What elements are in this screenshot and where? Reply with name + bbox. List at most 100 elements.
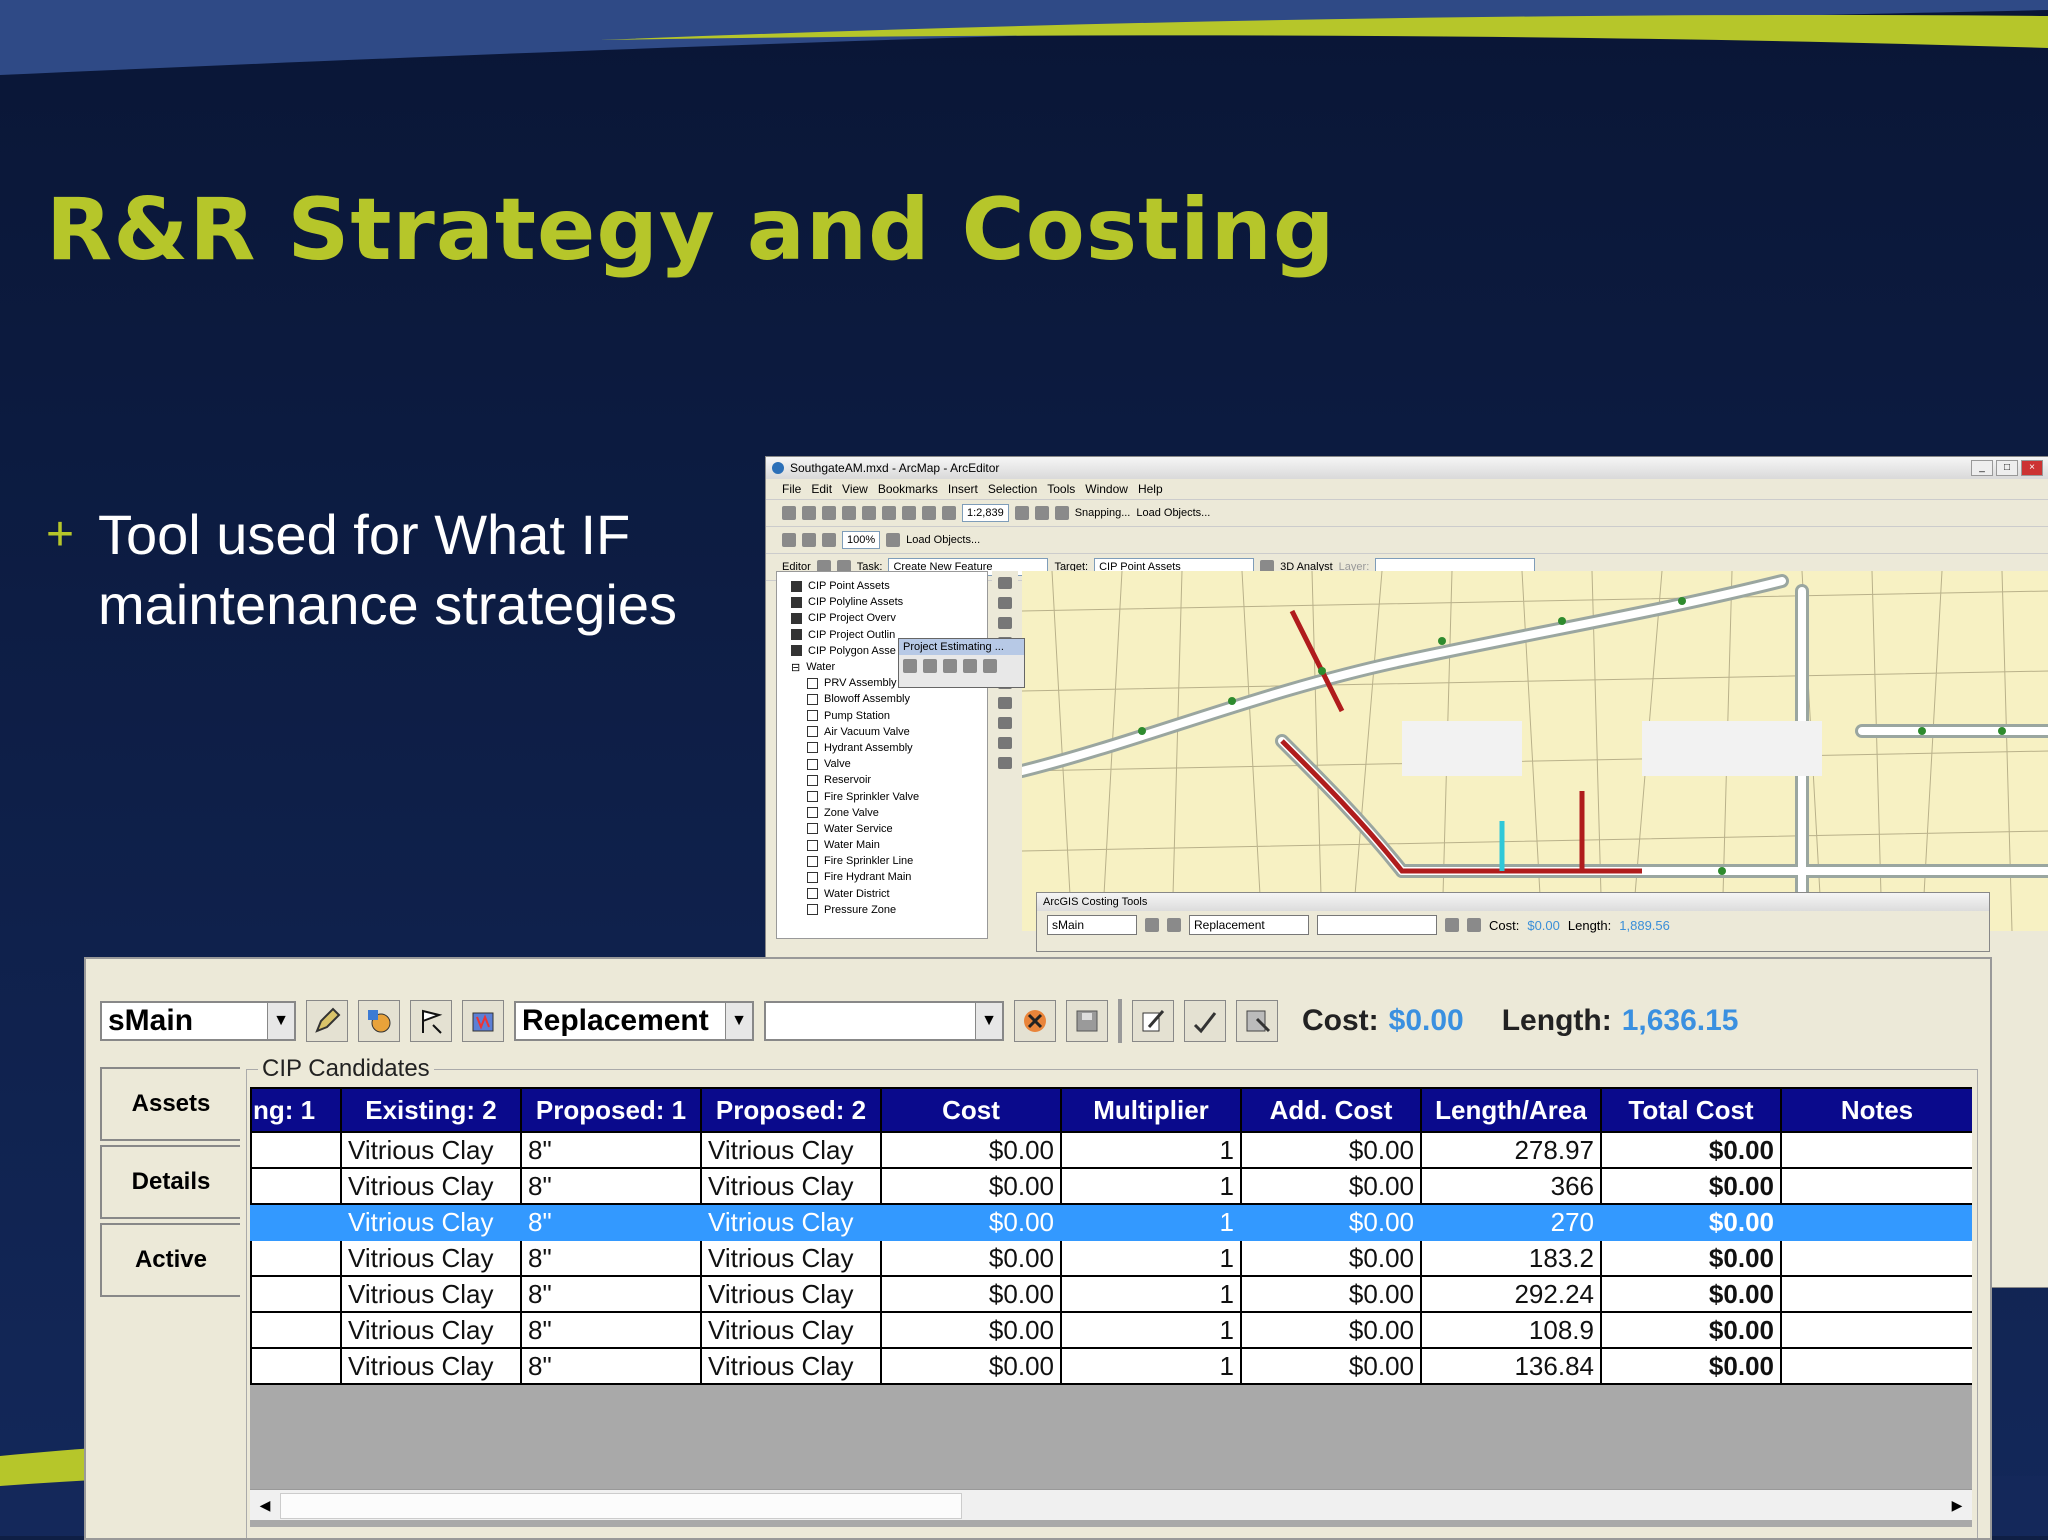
apply-button[interactable]: [1184, 1000, 1226, 1042]
toc-sublayer[interactable]: Blowoff Assembly: [777, 691, 987, 707]
table-row[interactable]: Vitrious Clay 8" Vitrious Clay $0.00 1 $0.00 2…: [250, 1275, 1972, 1313]
mini-strategy-select[interactable]: Replacement: [1189, 915, 1309, 935]
delete-icon[interactable]: [922, 506, 936, 520]
mini-clear-icon[interactable]: [1445, 918, 1459, 932]
close-button[interactable]: ×: [2021, 460, 2043, 476]
table-cell-c0[interactable]: [250, 1311, 342, 1349]
scroll-left-icon[interactable]: ◀: [250, 1490, 280, 1520]
new-icon[interactable]: [782, 506, 796, 520]
zoom-in-icon[interactable]: [998, 577, 1012, 589]
arctoolbox-icon[interactable]: [1034, 506, 1049, 520]
checkbox-icon[interactable]: [791, 580, 802, 592]
toc-sublayer[interactable]: Water Main: [777, 837, 987, 853]
table-cell-multiplier[interactable]: 1: [1060, 1275, 1242, 1313]
table-cell-notes[interactable]: [1780, 1347, 1972, 1385]
menu-tools[interactable]: Tools: [1047, 482, 1075, 496]
table-cell-cost[interactable]: $0.00: [880, 1239, 1062, 1277]
print-icon[interactable]: [842, 506, 856, 520]
toc-sublayer[interactable]: Water Service: [777, 821, 987, 837]
pencil-icon[interactable]: [923, 659, 937, 673]
column-header[interactable]: Multiplier: [1060, 1087, 1242, 1133]
checkbox-icon[interactable]: [807, 742, 818, 754]
column-header[interactable]: Cost: [880, 1087, 1062, 1133]
scrollbar-thumb[interactable]: [280, 1493, 962, 1519]
copy-icon[interactable]: [882, 506, 896, 520]
zoom-out-icon[interactable]: [998, 597, 1012, 609]
mini-cost-icon[interactable]: [1167, 918, 1181, 932]
flag-select-button[interactable]: [410, 1000, 452, 1042]
table-cell-length[interactable]: 183.2: [1420, 1239, 1602, 1277]
pan-icon[interactable]: [998, 617, 1012, 629]
estimate-icon[interactable]: [903, 659, 917, 673]
mini-save-icon[interactable]: [1467, 918, 1481, 932]
table-cell-notes[interactable]: [1780, 1239, 1972, 1277]
table-cell-proposed1[interactable]: 8": [520, 1203, 702, 1241]
checkbox-icon[interactable]: [807, 758, 818, 770]
identify-icon[interactable]: [998, 717, 1012, 729]
table-cell-proposed2[interactable]: Vitrious Clay: [700, 1239, 882, 1277]
table-cell-cost[interactable]: $0.00: [880, 1311, 1062, 1349]
cost-icon[interactable]: [943, 659, 957, 673]
table-cell-multiplier[interactable]: 1: [1060, 1311, 1242, 1349]
toc-sublayer[interactable]: Pressure Zone: [777, 902, 987, 918]
clear-button[interactable]: [1014, 1000, 1056, 1042]
table-cell-proposed1[interactable]: 8": [520, 1275, 702, 1313]
find-icon[interactable]: [998, 737, 1012, 749]
menu-view[interactable]: View: [842, 482, 868, 496]
table-cell-notes[interactable]: [1780, 1275, 1972, 1313]
checkbox-icon[interactable]: [807, 904, 818, 916]
table-cell-proposed1[interactable]: 8": [520, 1131, 702, 1169]
checkbox-icon[interactable]: [807, 839, 818, 851]
load-objects-button[interactable]: Load Objects...: [1136, 507, 1210, 519]
open-icon[interactable]: [802, 506, 816, 520]
toc-sublayer[interactable]: Valve: [777, 756, 987, 772]
help-icon[interactable]: [1054, 506, 1069, 520]
table-cell-notes[interactable]: [1780, 1131, 1972, 1169]
menu-file[interactable]: File: [782, 482, 801, 496]
table-cell-proposed2[interactable]: Vitrious Clay: [700, 1275, 882, 1313]
menu-help[interactable]: Help: [1138, 482, 1163, 496]
table-cell-proposed1[interactable]: 8": [520, 1347, 702, 1385]
mini-pencil-icon[interactable]: [1145, 918, 1159, 932]
table-cell-proposed1[interactable]: 8": [520, 1239, 702, 1277]
checkbox-icon[interactable]: [791, 629, 802, 641]
toc-layer[interactable]: CIP Point Assets: [777, 578, 987, 594]
report-icon[interactable]: [983, 659, 997, 673]
table-cell-notes[interactable]: [1780, 1311, 1972, 1349]
checkbox-icon[interactable]: [807, 774, 818, 786]
load-objects-button-2[interactable]: Load Objects...: [906, 534, 980, 546]
table-cell-c0[interactable]: [250, 1203, 342, 1241]
checkbox-icon[interactable]: [791, 596, 802, 608]
table-cell-c0[interactable]: [250, 1275, 342, 1313]
tab-assets[interactable]: Assets: [100, 1067, 240, 1141]
toc-layer[interactable]: CIP Project Overv: [777, 610, 987, 626]
menu-insert[interactable]: Insert: [948, 482, 978, 496]
checkbox-icon[interactable]: [807, 710, 818, 722]
editor-toolbar-icon[interactable]: [1014, 506, 1029, 520]
toc-sublayer[interactable]: Air Vacuum Valve: [777, 724, 987, 740]
table-cell-cost[interactable]: $0.00: [880, 1131, 1062, 1169]
table-cell-total[interactable]: $0.00: [1600, 1131, 1782, 1169]
table-cell-add-cost[interactable]: $0.00: [1240, 1131, 1422, 1169]
checkbox-icon[interactable]: [807, 677, 818, 689]
table-cell-existing2[interactable]: Vitrious Clay: [340, 1203, 522, 1241]
chevron-down-icon[interactable]: ▼: [725, 1003, 752, 1039]
table-cell-existing2[interactable]: Vitrious Clay: [340, 1239, 522, 1277]
table-cell-multiplier[interactable]: 1: [1060, 1203, 1242, 1241]
column-header[interactable]: Proposed: 1: [520, 1087, 702, 1133]
minimize-button[interactable]: _: [1971, 460, 1993, 476]
snapping-button[interactable]: Snapping...: [1075, 507, 1131, 519]
zoom-out-page-icon[interactable]: [802, 533, 816, 547]
zoom-in-page-icon[interactable]: [782, 533, 796, 547]
table-row[interactable]: Vitrious Clay 8" Vitrious Clay $0.00 1 $0.00 1…: [250, 1239, 1972, 1277]
table-cell-proposed1[interactable]: 8": [520, 1167, 702, 1205]
asset-report-button[interactable]: [462, 1000, 504, 1042]
checkbox-icon[interactable]: [807, 888, 818, 900]
table-cell-cost[interactable]: $0.00: [880, 1275, 1062, 1313]
cost-calc-button[interactable]: [358, 1000, 400, 1042]
table-cell-length[interactable]: 270: [1420, 1203, 1602, 1241]
table-cell-length[interactable]: 136.84: [1420, 1347, 1602, 1385]
table-cell-existing2[interactable]: Vitrious Clay: [340, 1347, 522, 1385]
flag-icon[interactable]: [963, 659, 977, 673]
table-cell-add-cost[interactable]: $0.00: [1240, 1239, 1422, 1277]
